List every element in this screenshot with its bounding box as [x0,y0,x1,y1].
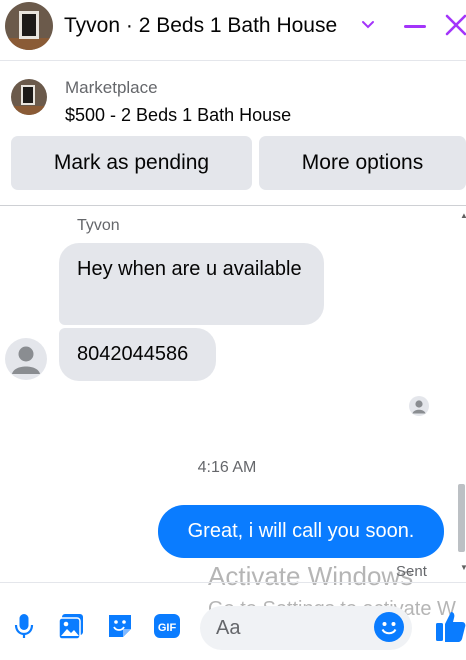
message-timestamp: 4:16 AM [197,459,257,476]
default-avatar-icon [12,346,40,374]
sender-avatar[interactable] [5,338,47,380]
scrollbar-thumb[interactable] [458,484,465,552]
activate-windows-watermark: Activate Windows [208,561,414,591]
chat-header: Tyvon · 2 Beds 1 Bath House [0,0,466,56]
incoming-message[interactable]: Hey when are u available [59,243,324,325]
svg-text:GIF: GIF [158,622,177,634]
message-input-placeholder[interactable]: Aa [216,617,240,640]
minimize-icon[interactable] [404,25,426,28]
chevron-down-icon[interactable] [358,14,378,34]
photo-icon[interactable] [57,611,87,641]
emoji-icon[interactable] [374,612,404,642]
like-icon[interactable] [434,608,466,644]
scroll-up-arrow-icon[interactable]: ▲ [460,211,466,220]
divider [0,205,466,206]
chat-title[interactable]: Tyvon · 2 Beds 1 Bath House [64,14,337,38]
microphone-icon[interactable] [9,611,39,641]
header-divider [0,60,466,61]
mark-as-pending-button[interactable]: Mark as pending [11,136,252,190]
contact-avatar[interactable] [5,2,53,50]
composer-divider [0,582,466,583]
seen-indicator-avatar [409,396,429,416]
sticker-icon[interactable] [105,611,135,641]
gif-icon[interactable]: GIF [152,611,182,641]
default-avatar-icon [412,400,426,414]
listing-title[interactable]: $500 - 2 Beds 1 Bath House [65,105,291,126]
outgoing-message[interactable]: Great, i will call you soon. [158,505,444,558]
incoming-message[interactable]: 8042044586 [59,328,216,381]
listing-thumbnail[interactable] [11,79,47,115]
more-options-button[interactable]: More options [259,136,466,190]
sender-name: Tyvon [77,217,120,234]
close-icon[interactable] [443,12,466,38]
scroll-down-arrow-icon[interactable]: ▼ [460,563,466,572]
marketplace-label: Marketplace [65,78,158,97]
